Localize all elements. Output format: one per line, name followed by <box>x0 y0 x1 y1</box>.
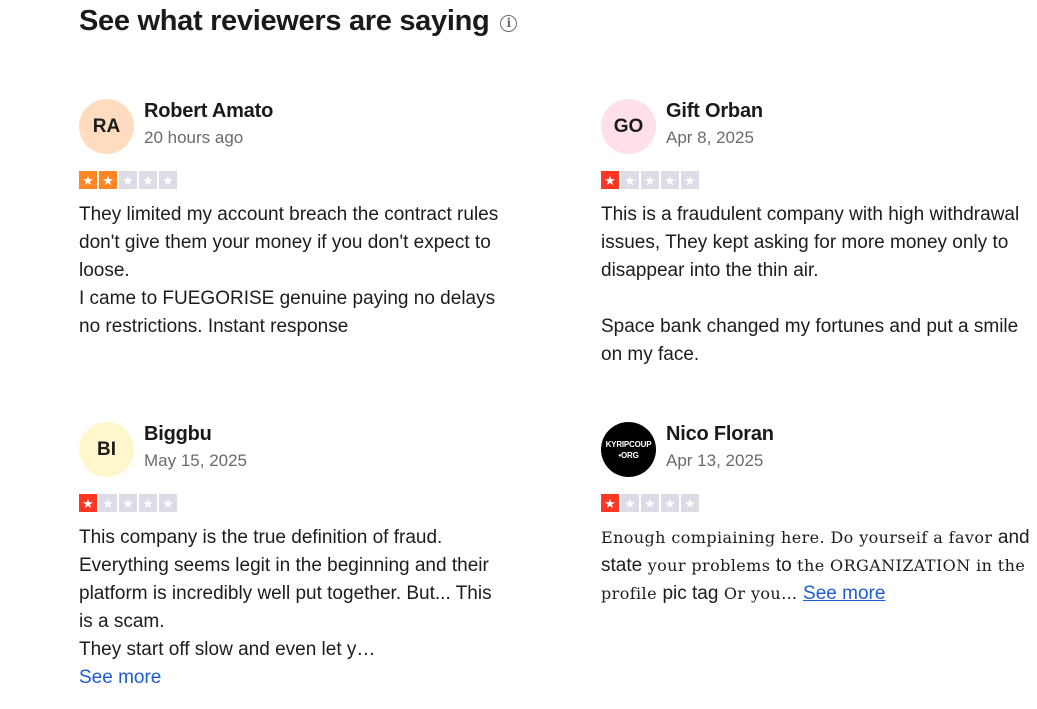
star-empty-icon: ★ <box>641 171 659 189</box>
star-filled-icon: ★ <box>99 171 117 189</box>
review-text-part: Or you… <box>718 584 804 603</box>
star-empty-icon: ★ <box>621 171 639 189</box>
star-empty-icon: ★ <box>119 171 137 189</box>
review-header: RA Robert Amato 20 hours ago <box>79 99 509 154</box>
section-title: See what reviewers are saying <box>79 5 490 37</box>
reviewer-name[interactable]: Nico Floran <box>666 422 774 446</box>
star-filled-icon: ★ <box>601 171 619 189</box>
avatar[interactable]: GO <box>601 99 656 154</box>
star-filled-icon: ★ <box>601 494 619 512</box>
star-rating: ★ ★ ★ ★ ★ <box>601 494 1031 512</box>
avatar-logo-text: •ORG <box>618 450 639 460</box>
star-empty-icon: ★ <box>119 494 137 512</box>
review-card: KYRIPCOUP •ORG Nico Floran Apr 13, 2025 … <box>601 422 1031 608</box>
review-text: Enough compiaining here. Do yourseif a f… <box>601 524 1031 608</box>
review-text: This is a fraudulent company with high w… <box>601 204 1020 365</box>
star-filled-icon: ★ <box>79 171 97 189</box>
review-card: GO Gift Orban Apr 8, 2025 ★ ★ ★ ★ ★ This… <box>601 99 1031 369</box>
review-date: Apr 13, 2025 <box>666 451 764 470</box>
star-rating: ★ ★ ★ ★ ★ <box>79 494 509 512</box>
star-rating: ★ ★ ★ ★ ★ <box>79 171 509 189</box>
info-icon[interactable]: i <box>500 14 518 32</box>
review-date: 20 hours ago <box>144 128 244 147</box>
section-heading: See what reviewers are saying i <box>79 5 518 38</box>
star-filled-icon: ★ <box>79 494 97 512</box>
review-text-part: pic tag <box>662 583 719 604</box>
see-more-link[interactable]: See more <box>79 664 509 692</box>
review-card: BI Biggbu May 15, 2025 ★ ★ ★ ★ ★ This co… <box>79 422 509 692</box>
star-empty-icon: ★ <box>139 494 157 512</box>
star-empty-icon: ★ <box>159 171 177 189</box>
see-more-link[interactable]: See more <box>803 583 885 604</box>
review-text-part: your problems <box>642 556 776 575</box>
review-header: GO Gift Orban Apr 8, 2025 <box>601 99 1031 154</box>
review-card: RA Robert Amato 20 hours ago ★ ★ ★ ★ ★ T… <box>79 99 509 341</box>
star-empty-icon: ★ <box>661 494 679 512</box>
reviewer-name[interactable]: Gift Orban <box>666 99 763 123</box>
avatar[interactable]: BI <box>79 422 134 477</box>
star-empty-icon: ★ <box>139 171 157 189</box>
review-header: KYRIPCOUP •ORG Nico Floran Apr 13, 2025 <box>601 422 1031 477</box>
review-date: Apr 8, 2025 <box>666 128 754 147</box>
avatar[interactable]: RA <box>79 99 134 154</box>
star-empty-icon: ★ <box>159 494 177 512</box>
review-text-part: Enough compiaining here. Do yourseif a f… <box>601 528 998 547</box>
avatar-logo-text: KYRIPCOUP <box>605 439 652 449</box>
star-empty-icon: ★ <box>621 494 639 512</box>
review-text-part: to <box>775 555 792 576</box>
reviewer-name[interactable]: Robert Amato <box>144 99 273 123</box>
review-text: They limited my account breach the contr… <box>79 204 499 337</box>
star-empty-icon: ★ <box>641 494 659 512</box>
star-rating: ★ ★ ★ ★ ★ <box>601 171 1031 189</box>
star-empty-icon: ★ <box>661 171 679 189</box>
review-text: This company is the true definition of f… <box>79 527 492 660</box>
review-date: May 15, 2025 <box>144 451 248 470</box>
star-empty-icon: ★ <box>681 494 699 512</box>
avatar[interactable]: KYRIPCOUP •ORG <box>601 422 656 477</box>
star-empty-icon: ★ <box>681 171 699 189</box>
star-empty-icon: ★ <box>99 494 117 512</box>
review-header: BI Biggbu May 15, 2025 <box>79 422 509 477</box>
reviewer-name[interactable]: Biggbu <box>144 422 247 446</box>
